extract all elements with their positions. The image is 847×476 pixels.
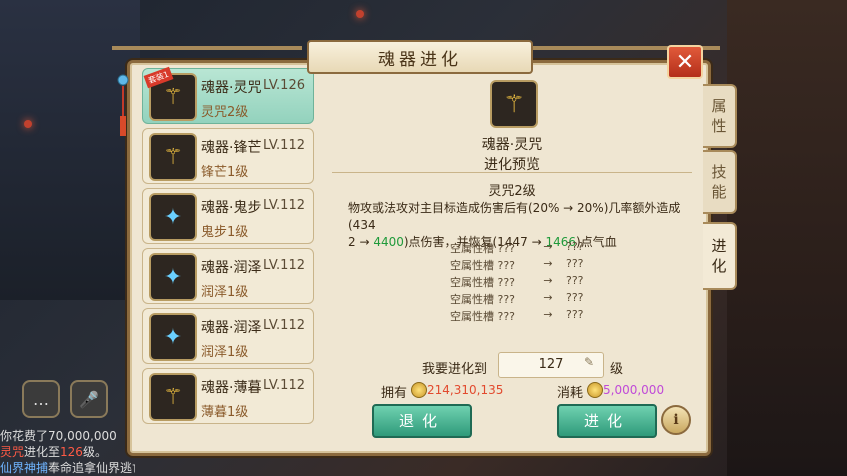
- level-unit: 级: [610, 362, 624, 377]
- item-level: LV.112: [263, 138, 305, 153]
- chat-log: 你花费了70,000,000 灵咒进化至126级。 仙界神捕奉命追拿仙界逃亡人间: [0, 428, 135, 476]
- slot-current: 空属性槽 ???: [450, 259, 516, 272]
- preview-heading: 进化预览: [484, 157, 540, 173]
- tab-0[interactable]: 属 性: [703, 84, 737, 148]
- item-sublevel: 润泽1级: [201, 345, 249, 360]
- soul-item-icon: ✦: [149, 253, 197, 301]
- preview-level-text: 灵咒2级: [488, 184, 536, 199]
- evolve-button[interactable]: 进化: [557, 404, 657, 438]
- soul-item-icon: ⚚: [149, 133, 197, 181]
- item-level: LV.112: [263, 318, 305, 333]
- soul-item-icon: ⚚: [149, 373, 197, 421]
- slot-next: ???: [566, 308, 584, 321]
- list-item[interactable]: ✦ 魂器·润泽 LV.112 润泽1级: [142, 248, 314, 304]
- list-item[interactable]: ⚚ 魂器·锋芒 LV.112 锋芒1级: [142, 128, 314, 184]
- item-sublevel: 润泽1级: [201, 285, 249, 300]
- item-level: LV.126: [263, 78, 305, 93]
- attribute-slot-row: 空属性槽 ??? →???: [450, 308, 630, 325]
- list-item[interactable]: ✦ 魂器·鬼步 LV.112 鬼步1级: [142, 188, 314, 244]
- arrow-icon: →: [543, 240, 553, 253]
- item-sublevel: 薄暮1级: [201, 405, 249, 420]
- item-name: 魂器·鬼步: [201, 200, 262, 216]
- attribute-slot-row: 空属性槽 ??? →???: [450, 274, 630, 291]
- owned-label: 拥有: [381, 386, 408, 401]
- item-name: 魂器·锋芒: [201, 140, 262, 156]
- item-level: LV.112: [263, 258, 305, 273]
- arrow-icon: →: [543, 291, 553, 304]
- evolve-to-label: 我要进化到: [422, 362, 488, 377]
- title-ornament: [112, 46, 302, 50]
- item-level: LV.112: [263, 198, 305, 213]
- slot-next: ???: [566, 240, 584, 253]
- attribute-slot-row: 空属性槽 ??? →???: [450, 240, 630, 257]
- chat-toolbar: … 🎤: [0, 380, 120, 420]
- lantern-light: [356, 10, 364, 18]
- tab-2[interactable]: 进 化: [703, 222, 737, 290]
- item-name: 魂器·润泽: [201, 320, 262, 336]
- chat-bubble-icon[interactable]: …: [22, 380, 60, 418]
- coin-icon: [587, 382, 603, 398]
- attribute-slot-row: 空属性槽 ??? →???: [450, 257, 630, 274]
- tassel-pendant: [116, 70, 130, 140]
- attribute-slots: 空属性槽 ??? →??? 空属性槽 ??? →??? 空属性槽 ??? →??? 空属性槽…: [450, 240, 630, 325]
- item-sublevel: 灵咒2级: [201, 105, 249, 120]
- devolve-button[interactable]: 退化: [372, 404, 472, 438]
- soul-item-list[interactable]: ⚚ 魂器·灵咒 LV.126 灵咒2级 套装1 ⚚ 魂器·锋芒 LV.112 锋芒1级 ✦ 魂器·鬼…: [139, 66, 315, 446]
- preview-item-name: 魂器·灵咒: [481, 137, 543, 153]
- chat-line: 你花费了70,000,000: [0, 429, 117, 443]
- cost-amount: 5,000,000: [603, 383, 665, 397]
- slot-current: 空属性槽 ???: [450, 293, 516, 306]
- item-sublevel: 锋芒1级: [201, 165, 249, 180]
- chat-line: 仙界神捕奉命追拿仙界逃亡人间: [0, 461, 135, 475]
- list-item[interactable]: ⚚ 魂器·灵咒 LV.126 灵咒2级 套装1: [142, 66, 314, 124]
- background-mountain: [727, 0, 847, 476]
- slot-current: 空属性槽 ???: [450, 310, 516, 323]
- preview-item-icon: ⚚: [490, 80, 538, 128]
- chat-line: 灵咒进化至126级。: [0, 445, 107, 459]
- lantern-light: [24, 120, 32, 128]
- item-name: 魂器·薄暮: [201, 380, 262, 396]
- soul-item-icon: ✦: [149, 193, 197, 241]
- attribute-slot-row: 空属性槽 ??? →???: [450, 291, 630, 308]
- slot-next: ???: [566, 257, 584, 270]
- list-item[interactable]: ⚚ 魂器·薄暮 LV.112 薄暮1级: [142, 368, 314, 424]
- list-item[interactable]: ✦ 魂器·润泽 LV.112 润泽1级: [142, 308, 314, 364]
- slot-current: 空属性槽 ???: [450, 242, 516, 255]
- item-name: 魂器·润泽: [201, 260, 262, 276]
- info-icon[interactable]: i: [661, 405, 691, 435]
- slot-next: ???: [566, 274, 584, 287]
- cost-label: 消耗: [557, 386, 584, 401]
- arrow-icon: →: [543, 257, 553, 270]
- arrow-icon: →: [543, 274, 553, 287]
- arrow-icon: →: [543, 308, 553, 321]
- microphone-icon[interactable]: 🎤: [70, 380, 108, 418]
- slot-next: ???: [566, 291, 584, 304]
- background-building: [0, 0, 140, 300]
- item-name: 魂器·灵咒: [201, 80, 262, 96]
- divider: [332, 172, 692, 173]
- item-level: LV.112: [263, 378, 305, 393]
- panel-title: 魂器进化: [307, 40, 533, 74]
- coin-icon: [411, 382, 427, 398]
- soul-item-icon: ✦: [149, 313, 197, 361]
- slot-current: 空属性槽 ???: [450, 276, 516, 289]
- owned-amount: 214,310,135: [427, 383, 504, 397]
- edit-pencil-icon[interactable]: ✎: [584, 355, 594, 369]
- tab-1[interactable]: 技 能: [703, 150, 737, 214]
- item-sublevel: 鬼步1级: [201, 225, 249, 240]
- close-button[interactable]: ✕: [667, 45, 703, 79]
